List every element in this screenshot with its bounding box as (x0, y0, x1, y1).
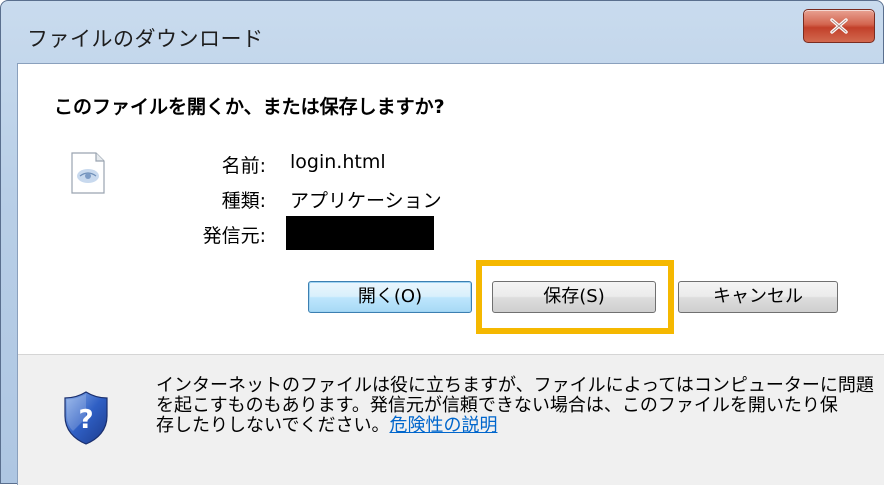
dialog-body: このファイルを開くか、または保存しますか? 名前: login.html 種類:… (17, 63, 884, 485)
warning-line-3-text: 存したりしないでください。 (156, 415, 390, 436)
warning-line-2: を起こすものもあります。発信元が信頼できない場合は、このファイルを開いたり保 (156, 395, 838, 416)
type-label: 種類: (221, 190, 266, 212)
open-button[interactable]: 開く(O) (308, 281, 472, 313)
download-question: このファイルを開くか、または保存しますか? (54, 96, 445, 118)
warning-line-1: インターネットのファイルは役に立ちますが、ファイルによってはコンピューターに問題 (156, 375, 874, 396)
redacted-source (286, 216, 434, 250)
close-icon (830, 18, 848, 34)
close-button[interactable] (803, 9, 875, 43)
name-label: 名前: (221, 155, 266, 177)
shield-question-icon: ? (64, 391, 108, 445)
file-name: login.html (290, 151, 386, 173)
cancel-button[interactable]: キャンセル (678, 281, 838, 313)
window-title: ファイルのダウンロード (27, 27, 264, 51)
save-button[interactable]: 保存(S) (492, 281, 656, 313)
file-type: アプリケーション (290, 190, 442, 212)
warning-line-3: 存したりしないでください。危険性の説明 (156, 416, 856, 436)
svg-text:?: ? (78, 405, 93, 435)
risk-explanation-link[interactable]: 危険性の説明 (389, 415, 497, 436)
security-warning: インターネットのファイルは役に立ちますが、ファイルによってはコンピューターに問題… (156, 375, 874, 436)
source-label: 発信元: (202, 225, 266, 247)
download-dialog: ファイルのダウンロード このファイルを開くか、または保存しますか? 名前: lo… (0, 0, 884, 485)
title-bar[interactable]: ファイルのダウンロード (1, 1, 883, 63)
